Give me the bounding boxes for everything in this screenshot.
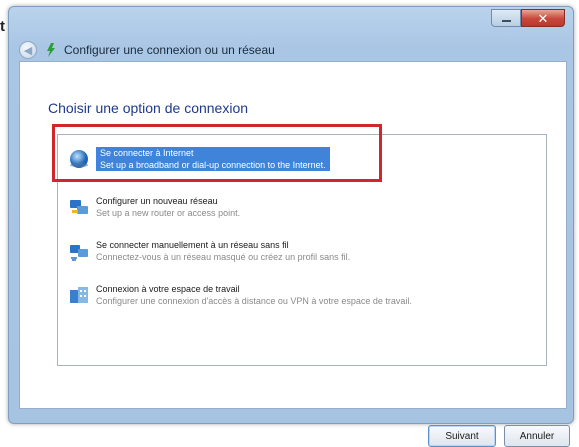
network-setup-icon — [70, 200, 88, 214]
option-text: Se connecter à Internet Set up a broadba… — [96, 147, 330, 171]
close-button[interactable]: ✕ — [521, 9, 565, 27]
setup-connection-window: ✕ ◀ Configurer une connexion ou un résea… — [8, 6, 574, 447]
cancel-button[interactable]: Annuler — [504, 425, 570, 447]
option-description: Configurer une connexion d'accès à dista… — [96, 296, 412, 306]
option-new-network[interactable]: Configurer un nouveau réseau Set up a ne… — [68, 195, 538, 219]
option-label: Configurer un nouveau réseau — [96, 196, 218, 206]
back-button[interactable]: ◀ — [19, 41, 37, 59]
connection-options-list: Se connecter à Internet Set up a broadba… — [57, 134, 547, 366]
network-wizard-icon — [47, 43, 55, 57]
option-label: Connexion à votre espace de travail — [96, 284, 240, 294]
window-title: Configurer une connexion ou un réseau — [64, 43, 275, 57]
option-description: Set up a new router or access point. — [96, 208, 241, 218]
next-button[interactable]: Suivant — [428, 425, 496, 447]
minimize-icon — [501, 20, 511, 22]
option-description: Set up a broadband or dial-up connection… — [100, 160, 326, 170]
close-icon: ✕ — [537, 10, 549, 26]
page-heading: Choisir une option de connexion — [48, 100, 249, 116]
minimize-button[interactable] — [491, 9, 521, 27]
option-label: Se connecter à Internet — [100, 148, 194, 158]
option-connect-internet[interactable]: Se connecter à Internet Set up a broadba… — [68, 147, 538, 171]
wizard-content: Choisir une option de connexion Se conne… — [19, 61, 570, 447]
option-description: Connectez-vous à un réseau masqué ou cré… — [96, 252, 351, 262]
option-label: Se connecter manuellement à un réseau sa… — [96, 240, 289, 250]
option-text: Se connecter manuellement à un réseau sa… — [96, 239, 350, 263]
workplace-icon — [70, 287, 88, 303]
window-controls: ✕ — [491, 9, 565, 31]
back-arrow-icon: ◀ — [23, 44, 33, 57]
globe-icon — [70, 150, 88, 168]
option-manual-wireless[interactable]: Se connecter manuellement à un réseau sa… — [68, 239, 538, 263]
wizard-header: ◀ Configurer une connexion ou un réseau — [19, 41, 275, 59]
option-text: Connexion à votre espace de travail Conf… — [96, 283, 412, 307]
option-text: Configurer un nouveau réseau Set up a ne… — [96, 195, 240, 219]
option-workplace[interactable]: Connexion à votre espace de travail Conf… — [68, 283, 538, 307]
wireless-network-icon — [70, 245, 88, 261]
stray-text-fragment: t — [0, 18, 5, 35]
